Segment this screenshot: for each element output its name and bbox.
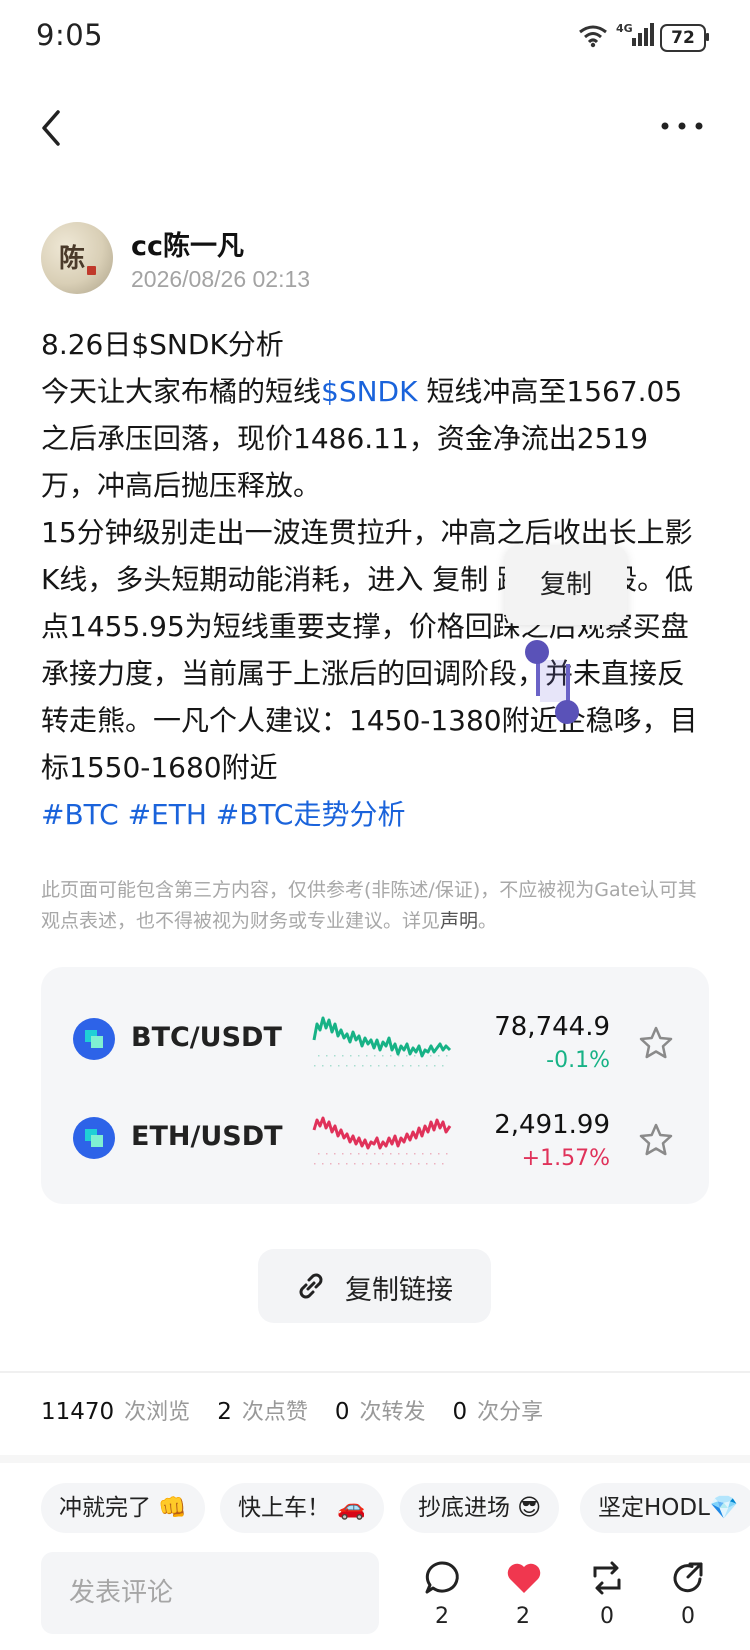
link-icon	[299, 1273, 323, 1299]
reposts-count: 0	[334, 1399, 350, 1425]
cellular-signal-icon: 4G	[616, 22, 654, 46]
more-horizontal-icon[interactable]	[660, 120, 704, 132]
comment-input[interactable]: 发表评论	[41, 1552, 379, 1634]
comment-count: 2	[435, 1604, 449, 1629]
ticker-pair-btc[interactable]: BTC/USDT	[131, 1022, 282, 1053]
shares-count: 0	[452, 1399, 468, 1425]
views-count: 11470	[41, 1399, 115, 1425]
shares-label: 次分享	[477, 1400, 544, 1425]
battery-indicator: 72	[660, 24, 706, 52]
statement-link[interactable]: 声明	[440, 910, 478, 932]
heart-icon[interactable]	[505, 1560, 543, 1596]
wifi-icon	[579, 25, 607, 48]
chevron-left-icon[interactable]	[36, 108, 66, 148]
disclaimer-text: 此页面可能包含第三方内容，仅供参考(非陈述/保证)，不应被视为Gate认可其观点…	[41, 879, 697, 932]
copy-link-label[interactable]: 复制链接	[345, 1268, 453, 1307]
likes-label: 次点赞	[241, 1400, 308, 1425]
selection-handle-start-knob[interactable]	[525, 640, 549, 664]
ticker-price-eth: 2,491.99	[494, 1110, 610, 1140]
repost-count: 0	[600, 1604, 614, 1629]
share-count: 0	[681, 1604, 695, 1629]
network-type: 4G	[616, 22, 633, 35]
ticker-pair-eth[interactable]: ETH/USDT	[131, 1121, 283, 1152]
divider	[0, 1455, 750, 1463]
post-stats: 11470 次浏览 2 次点赞 0 次转发 0 次分享	[41, 1394, 563, 1426]
quick-reply-chip[interactable]: 冲就完了 👊	[41, 1483, 205, 1533]
repost-icon[interactable]	[589, 1560, 625, 1596]
gate-coin-icon	[73, 1018, 115, 1060]
gate-coin-icon	[73, 1117, 115, 1159]
ticker-link-sndk[interactable]: $SNDK	[321, 375, 417, 408]
ticker-change-eth: +1.57%	[521, 1146, 610, 1171]
quick-reply-chip[interactable]: 坚定HODL💎	[580, 1483, 750, 1533]
post-date: 2026/08/26 02:13	[131, 266, 311, 292]
post-title: 8.26日$SNDK分析	[41, 328, 284, 361]
post-paragraph-1: 今天让大家布橘的短线$SNDK 短线冲高至1567.05之后承压回落，现价148…	[41, 368, 701, 509]
copy-popup-button[interactable]: 复制	[505, 545, 627, 625]
star-icon[interactable]	[638, 1122, 674, 1158]
selection-handle-end-knob[interactable]	[555, 700, 579, 724]
avatar[interactable]: 陈	[41, 222, 113, 294]
ticker-change-btc: -0.1%	[546, 1048, 610, 1073]
reposts-label: 次转发	[359, 1400, 426, 1425]
post-tags[interactable]: #BTC #ETH #BTC走势分析	[41, 791, 701, 838]
quick-reply-chip[interactable]: 快上车！ 🚗	[220, 1483, 384, 1533]
like-count: 2	[516, 1604, 530, 1629]
views-label: 次浏览	[124, 1400, 191, 1425]
avatar-seal	[87, 266, 96, 275]
divider	[0, 1371, 750, 1373]
author-name[interactable]: cc陈一凡	[131, 224, 244, 263]
likes-count: 2	[217, 1399, 232, 1425]
status-time: 9:05	[36, 18, 104, 52]
quick-reply-chip[interactable]: 抄底进场 😎	[400, 1483, 560, 1533]
text-selection	[540, 660, 566, 702]
disclaimer-end: 。	[478, 910, 498, 932]
ticker-price-btc: 78,744.9	[494, 1012, 610, 1042]
comment-icon[interactable]	[424, 1560, 460, 1596]
eth-sparkline	[312, 1116, 452, 1165]
disclaimer: 此页面可能包含第三方内容，仅供参考(非陈述/保证)，不应被视为Gate认可其观点…	[41, 875, 711, 937]
p1-text-pre: 今天让大家布橘的短线	[41, 375, 322, 408]
share-icon[interactable]	[670, 1560, 706, 1596]
battery-tip	[706, 33, 709, 41]
avatar-character: 陈	[59, 244, 86, 274]
btc-sparkline	[312, 1016, 452, 1067]
star-icon[interactable]	[638, 1025, 674, 1061]
